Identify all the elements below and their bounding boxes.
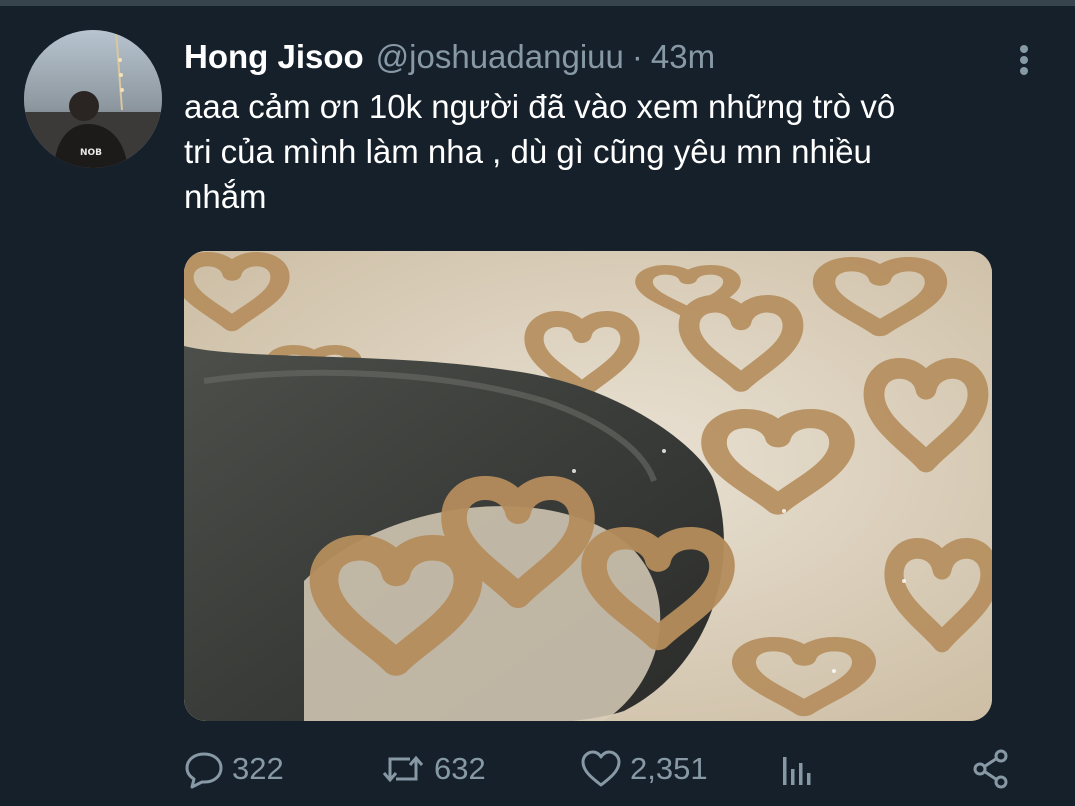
reply-icon	[184, 749, 224, 789]
tweet-text: aaa cảm ơn 10k người đã vào xem những tr…	[184, 88, 896, 215]
avatar[interactable]: NOB	[24, 30, 162, 168]
retweet-count: 632	[434, 751, 486, 786]
reply-button[interactable]: 322	[184, 746, 284, 792]
share-button[interactable]	[970, 746, 1012, 792]
retweet-button[interactable]: 632	[380, 746, 486, 792]
like-button[interactable]: 2,351	[580, 746, 708, 792]
reply-count: 322	[232, 751, 284, 786]
analytics-icon	[776, 749, 816, 789]
like-count: 2,351	[630, 751, 708, 786]
tweet-header: Hong Jisoo @joshuadangiuu · 43m	[184, 36, 715, 78]
tweet-media-image[interactable]	[184, 251, 992, 721]
svg-text:NOB: NOB	[80, 148, 102, 158]
tweet[interactable]: NOB Hong Jisoo @joshuadangiuu · 43m aaa …	[0, 6, 1075, 806]
analytics-button[interactable]	[776, 746, 816, 792]
heart-icon	[580, 749, 622, 789]
user-handle[interactable]: @joshuadangiuu	[376, 36, 624, 78]
avatar-image: NOB	[24, 30, 162, 168]
share-icon	[970, 748, 1012, 790]
tweet-actions: 322 632 2,351	[184, 746, 1024, 792]
display-name[interactable]: Hong Jisoo	[184, 36, 364, 78]
more-vertical-icon[interactable]	[1008, 42, 1040, 78]
timestamp[interactable]: 43m	[651, 36, 715, 78]
retweet-icon	[380, 749, 426, 789]
separator-dot: ·	[631, 38, 643, 75]
